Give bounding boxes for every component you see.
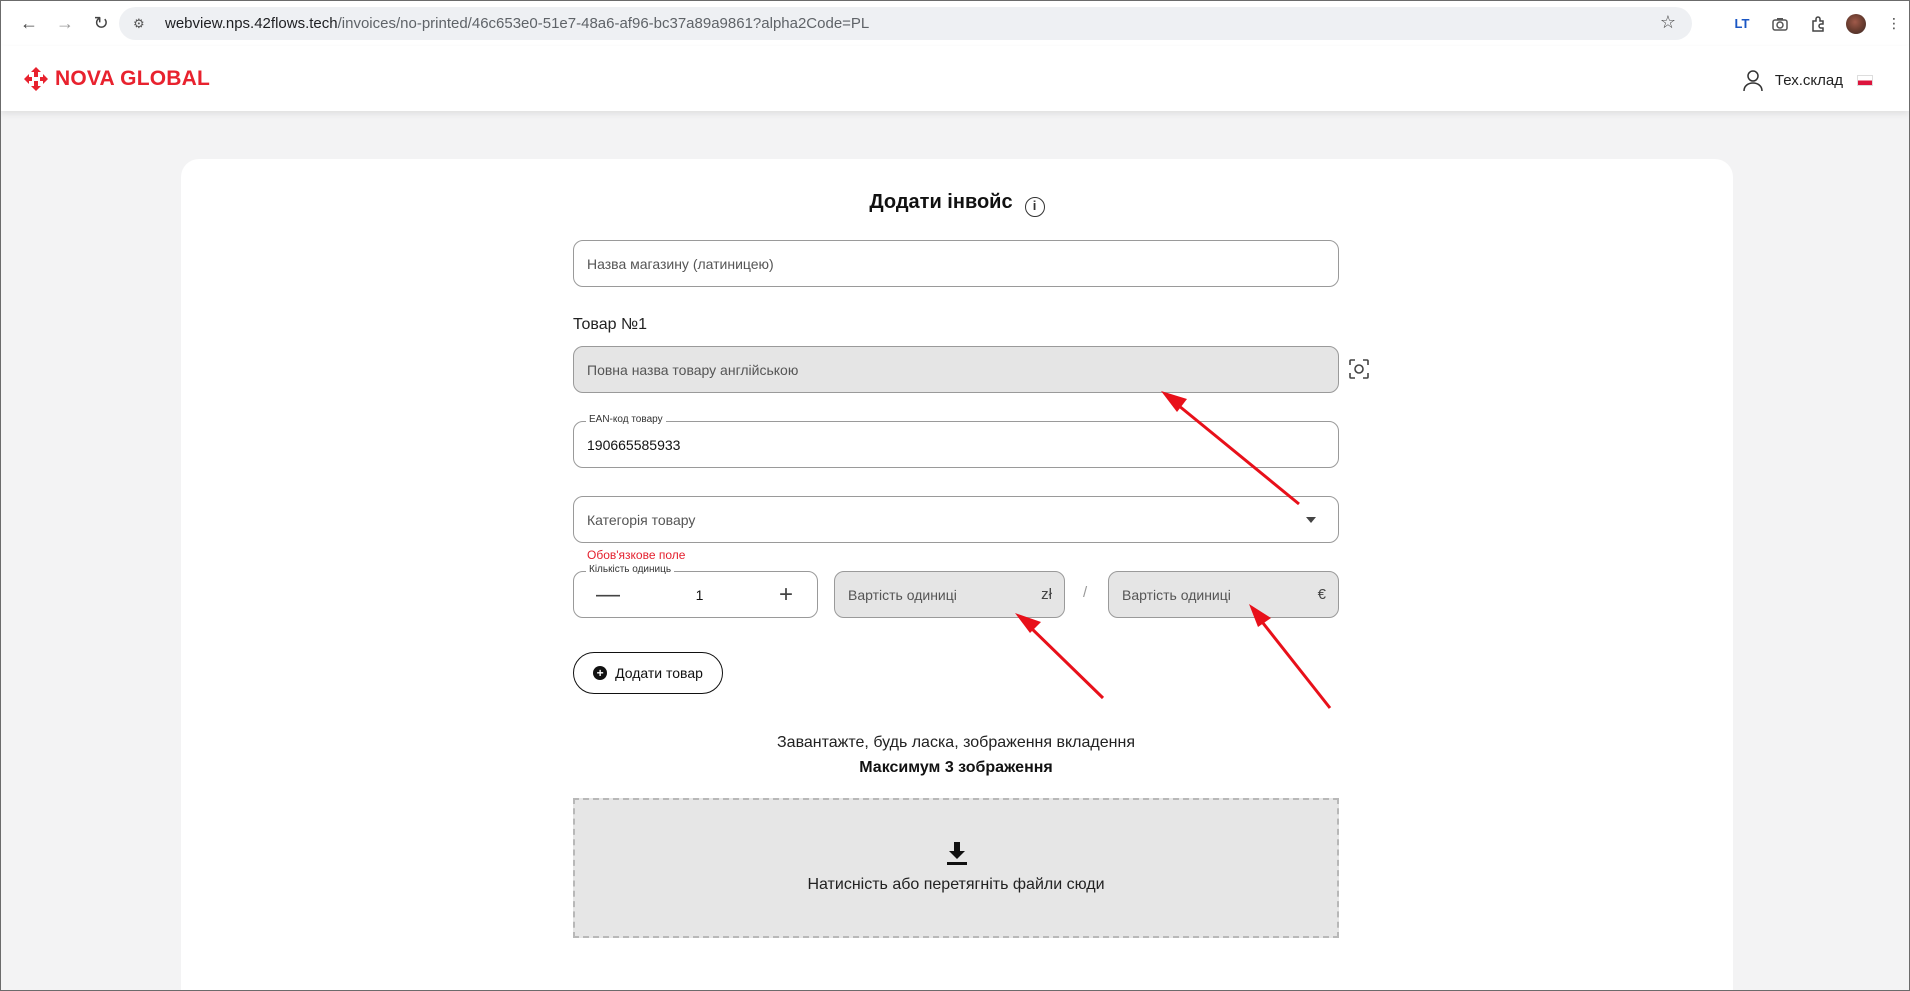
nova-global-logo[interactable]: NOVA GLOBAL — [23, 66, 210, 92]
page-title-text: Додати інвойс — [869, 191, 1013, 213]
file-dropzone[interactable]: Натисність або перетягніть файли сюди — [573, 798, 1339, 938]
add-product-button[interactable]: + Додати товар — [573, 652, 723, 694]
user-icon — [1743, 70, 1763, 92]
ean-label: EAN-код товару — [586, 414, 666, 425]
bookmark-star-icon[interactable]: ☆ — [1660, 12, 1676, 33]
barcode-scan-icon[interactable] — [1348, 358, 1370, 380]
page-title: Додати інвойс i — [181, 191, 1733, 217]
upload-max-files: Максимум 3 зображення — [859, 759, 1053, 776]
zloty-currency-label: zł — [1041, 586, 1052, 603]
extensions-area: LT ⋮ — [1723, 7, 1909, 40]
quantity-label: Кількість одиниць — [586, 564, 675, 575]
reload-icon[interactable]: ↻ — [83, 5, 119, 41]
product-name-input[interactable]: Повна назва товару англійською — [573, 346, 1339, 393]
add-product-label: Додати товар — [615, 665, 703, 681]
category-placeholder: Категорія товару — [587, 511, 696, 528]
address-bar[interactable]: ⚙ webview.nps.42flows.tech/invoices/no-p… — [119, 7, 1692, 40]
price-separator: / — [1083, 584, 1088, 601]
user-name: Тех.склад — [1774, 71, 1843, 89]
plus-icon[interactable]: + — [779, 581, 793, 609]
euro-currency-label: € — [1317, 586, 1326, 603]
url-path: /invoices/no-printed/46c653e0-51e7-48a6-… — [337, 15, 870, 32]
camera-icon[interactable] — [1761, 7, 1799, 40]
shop-name-placeholder: Назва магазину (латиницею) — [587, 255, 774, 272]
browser-menu-icon[interactable]: ⋮ — [1875, 7, 1909, 40]
quantity-stepper[interactable]: Кількість одиниць — 1 + — [573, 564, 818, 618]
unit-price-eur-placeholder: Вартість одиниці — [1122, 586, 1231, 603]
chevron-down-icon — [1306, 517, 1316, 523]
app-header: NOVA GLOBAL Тех.склад — [1, 46, 1909, 111]
profile-avatar[interactable] — [1837, 7, 1875, 40]
minus-icon[interactable]: — — [596, 581, 620, 609]
unit-price-pln-placeholder: Вартість одиниці — [848, 586, 957, 603]
forward-icon[interactable]: → — [47, 5, 83, 41]
category-error: Обов'язкове поле — [587, 548, 686, 562]
site-settings-icon[interactable]: ⚙ — [133, 16, 155, 32]
unit-price-eur-input[interactable]: Вартість одиниці € — [1108, 571, 1339, 618]
dropzone-text: Натисність або перетягніть файли сюди — [807, 876, 1105, 893]
category-select[interactable]: Категорія товару — [573, 496, 1339, 543]
back-icon[interactable]: ← — [11, 5, 47, 41]
download-icon — [947, 842, 967, 865]
quantity-value[interactable]: 1 — [696, 587, 704, 603]
lt-extension-icon[interactable]: LT — [1723, 7, 1761, 40]
nova-logo-icon — [24, 67, 48, 91]
cut-off-text: ... . . .. .... .... . — [1131, 985, 1239, 990]
url-host: webview.nps.42flows.tech — [165, 15, 338, 32]
product-section-label: Товар №1 — [573, 316, 648, 333]
logo-text: NOVA GLOBAL — [55, 67, 211, 90]
user-menu[interactable]: Тех.склад — [1741, 68, 1873, 92]
upload-hint: Завантажте, будь ласка, зображення вклад… — [777, 734, 1135, 751]
unit-price-pln-input[interactable]: Вартість одиниці zł — [834, 571, 1065, 618]
ean-input[interactable]: EAN-код товару 190665585933 — [573, 414, 1339, 468]
screenshot-frame: ← → ↻ ⚙ webview.nps.42flows.tech/invoice… — [0, 0, 1910, 991]
plus-circle-icon: + — [593, 666, 608, 680]
extensions-puzzle-icon[interactable] — [1799, 7, 1837, 40]
info-icon[interactable]: i — [1024, 197, 1045, 217]
ean-value: 190665585933 — [587, 436, 681, 453]
shop-name-input[interactable]: Назва магазину (латиницею) — [573, 240, 1339, 287]
poland-flag-icon[interactable] — [1857, 74, 1873, 86]
product-name-placeholder: Повна назва товару англійською — [587, 361, 799, 378]
